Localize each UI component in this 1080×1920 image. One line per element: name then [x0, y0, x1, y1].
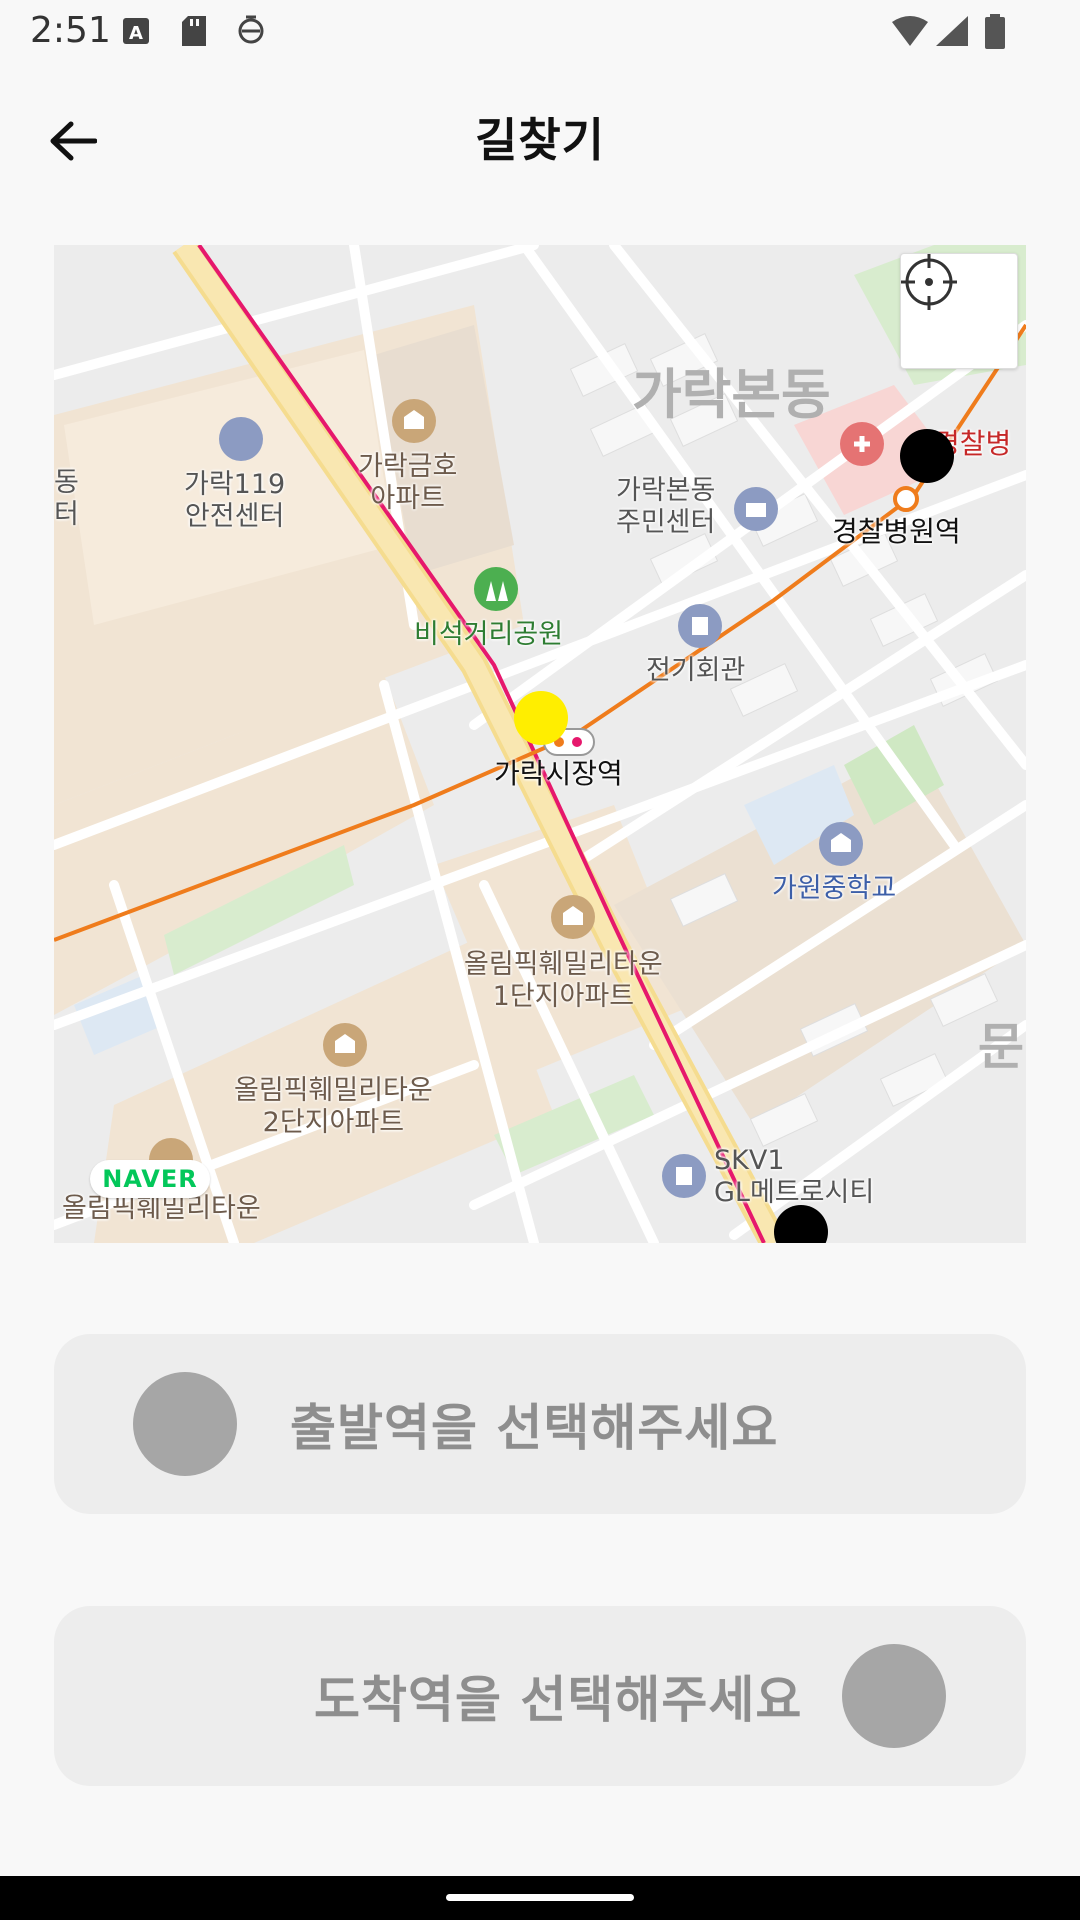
cellular-signal-icon: [936, 16, 968, 46]
poi-garakbon-center: 가락본동 주민센터: [616, 475, 716, 539]
station-garak-market[interactable]: 가락시장역: [494, 757, 623, 791]
arrival-station-indicator: [842, 1644, 946, 1748]
poi-olympic1: 올림픽훼밀리타운 1단지아파트: [464, 949, 663, 1013]
status-bar: 2:51 A: [0, 0, 1080, 64]
arrival-placeholder: 도착역을 선택해주세요: [314, 1671, 803, 1729]
departure-station-indicator: [133, 1372, 237, 1476]
poi-gawon-school: 가원중학교: [772, 873, 897, 904]
edge-label-left: 동 터: [54, 467, 79, 531]
page-title: 길찾기: [475, 113, 605, 167]
station-marker-police-hospital[interactable]: [900, 429, 954, 483]
arrival-station-selector[interactable]: 도착역을 선택해주세요: [54, 1606, 1026, 1786]
wifi-icon: [892, 16, 928, 46]
station-police-hospital[interactable]: 경찰병원역: [832, 515, 961, 549]
system-navigation-bar: [0, 1876, 1080, 1920]
poi-garak119: 가락119 안전센터: [184, 469, 286, 533]
svg-text:A: A: [129, 23, 143, 44]
status-time: 2:51: [30, 10, 111, 51]
robot-icon: [238, 15, 264, 44]
departure-station-selector[interactable]: 출발역을 선택해주세요: [54, 1334, 1026, 1514]
battery-icon: [985, 14, 1005, 49]
poi-park: 비석거리공원: [414, 619, 564, 650]
departure-placeholder: 출발역을 선택해주세요: [290, 1399, 779, 1457]
area-label: 가락본동: [632, 363, 831, 426]
accessibility-notification-icon: A: [123, 18, 149, 44]
poi-garak-geumho: 가락금호 아파트: [358, 451, 458, 515]
edge-label-right: 문: [978, 1018, 1024, 1076]
crosshair-icon: [901, 254, 957, 310]
poi-electric-hall: 전기회관: [646, 655, 746, 686]
map-view[interactable]: 가락본동 가락119 안전센터 가락금호 아파트 가락본동 주민센터 비석거리공…: [54, 245, 1026, 1243]
my-location-button[interactable]: [900, 253, 1018, 369]
poi-olympic2: 올림픽훼밀리타운 2단지아파트: [234, 1075, 433, 1139]
naver-logo: NAVER: [90, 1160, 210, 1198]
poi-skv1: SKV1 GL메트로시티: [714, 1145, 875, 1209]
sd-card-icon: [182, 16, 206, 46]
home-gesture-handle[interactable]: [446, 1894, 634, 1901]
app-bar: 길찾기: [0, 64, 1080, 208]
current-location-marker: [514, 691, 568, 745]
